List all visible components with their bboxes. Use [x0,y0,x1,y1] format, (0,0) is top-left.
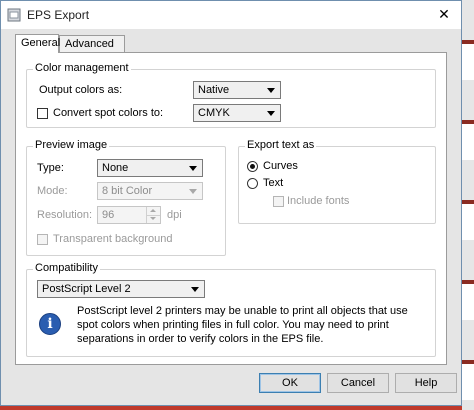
convert-spot-select[interactable]: CMYK [193,104,281,122]
resolution-unit: dpi [167,209,182,221]
tab-advanced[interactable]: Advanced [59,35,125,52]
output-colors-value: Native [198,84,230,96]
dialog-title: EPS Export [27,8,90,22]
mode-label: Mode: [37,185,68,197]
resolution-label: Resolution: [37,209,93,221]
text-label: Text [263,177,284,189]
type-label: Type: [37,162,64,174]
close-button[interactable]: ✕ [431,3,457,25]
preview-type-select[interactable]: None [97,159,203,177]
resolution-spinner[interactable]: 96 [97,206,161,224]
cancel-button[interactable]: Cancel [327,373,389,393]
mode-value: 8 bit Color [102,185,153,197]
help-button[interactable]: Help [395,373,457,393]
ok-button[interactable]: OK [259,373,321,393]
export-text-group: Export text as Curves Text Include fonts [238,139,436,224]
output-colors-label: Output colors as: [39,84,123,96]
transparent-background-checkbox[interactable] [37,234,48,245]
tab-general[interactable]: General [15,34,61,53]
eps-export-icon [7,8,21,22]
convert-spot-label: Convert spot colors to: [53,107,164,119]
background-window-edge [462,0,474,410]
text-radio[interactable] [247,178,258,189]
compatibility-value: PostScript Level 2 [42,283,131,295]
tab-advanced-label: Advanced [65,38,114,50]
compatibility-info-text: PostScript level 2 printers may be unabl… [77,305,408,345]
output-colors-select[interactable]: Native [193,81,281,99]
chevron-down-icon [191,287,199,292]
ok-label: OK [282,377,298,389]
curves-label: Curves [263,160,298,172]
preview-type-value: None [102,162,129,174]
convert-spot-value: CMYK [198,107,230,119]
chevron-down-icon [267,88,275,93]
include-fonts-checkbox[interactable] [273,196,284,207]
resolution-value: 96 [102,209,115,221]
preview-image-title: Preview image [33,139,110,151]
color-management-title: Color management [33,62,131,74]
include-fonts-label: Include fonts [287,195,350,207]
convert-spot-checkbox[interactable] [37,108,48,119]
chevron-down-icon [267,111,275,116]
color-management-group: Color management Output colors as: Nativ… [26,62,436,128]
chevron-down-icon [189,189,197,194]
info-icon: i [39,313,61,335]
curves-radio[interactable] [247,161,258,172]
transparent-background-label: Transparent background [53,233,173,245]
eps-export-dialog: EPS Export ✕ General Advanced Color mana… [0,0,462,406]
compatibility-group: Compatibility PostScript Level 2 i PostS… [26,262,436,357]
compatibility-title: Compatibility [33,262,100,274]
tab-general-label: General [21,37,61,49]
mode-select[interactable]: 8 bit Color [97,182,203,200]
radio-selected-dot [250,164,255,169]
close-icon: ✕ [438,6,450,22]
export-text-title: Export text as [245,139,317,151]
general-tab-panel: Color management Output colors as: Nativ… [15,52,447,365]
help-label: Help [414,377,438,389]
preview-image-group: Preview image Type: None Mode: 8 bit Col… [26,139,226,256]
compatibility-select[interactable]: PostScript Level 2 [37,280,205,298]
cancel-label: Cancel [340,377,376,389]
chevron-down-icon [189,166,197,171]
spin-down-icon[interactable] [146,215,160,223]
title-bar: EPS Export ✕ [1,1,461,29]
